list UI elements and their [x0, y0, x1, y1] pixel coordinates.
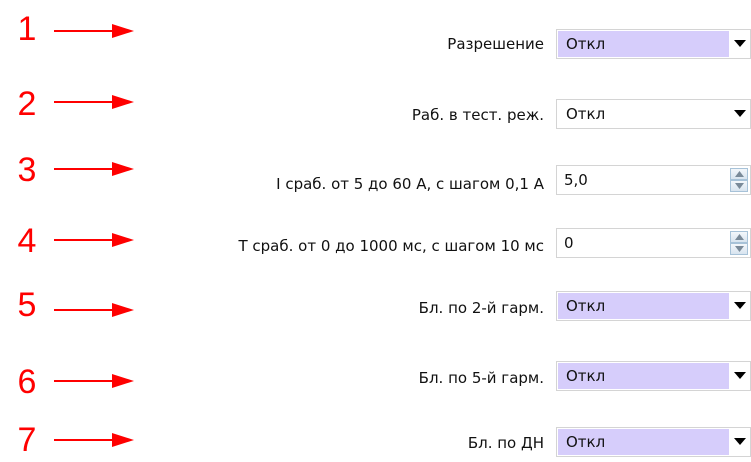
- annotation-number: 2: [17, 85, 37, 123]
- red-arrow-icon: [54, 433, 134, 447]
- red-arrow-icon: [54, 233, 134, 247]
- time-setting-value[interactable]: 0: [558, 230, 720, 256]
- red-arrow-icon: [54, 24, 134, 38]
- test-mode-combobox[interactable]: Откл: [556, 99, 751, 129]
- dn-block-combobox[interactable]: Откл: [556, 427, 751, 457]
- annotation-number: 4: [17, 222, 37, 260]
- test-mode-value: Откл: [566, 105, 606, 123]
- chevron-down-icon[interactable]: [734, 302, 746, 310]
- chevron-down-icon[interactable]: [734, 372, 746, 380]
- label-dn-block: Бл. по ДН: [467, 434, 544, 452]
- annotation-number: 5: [17, 286, 37, 324]
- annotation-number: 6: [17, 363, 37, 401]
- arrow-up-icon: [735, 171, 744, 177]
- red-arrow-icon: [54, 374, 134, 388]
- 5th-harmonic-block-combobox[interactable]: Откл: [556, 361, 751, 391]
- current-setting-value[interactable]: 5,0: [558, 167, 720, 193]
- arrow-up-icon: [735, 234, 744, 240]
- annotation-number: 3: [17, 151, 37, 189]
- dn-block-value: Откл: [558, 429, 729, 455]
- red-arrow-icon: [54, 303, 134, 317]
- red-arrow-icon: [54, 95, 134, 109]
- spin-up-button[interactable]: [730, 231, 748, 243]
- chevron-down-icon[interactable]: [734, 438, 746, 446]
- time-setting-spinbox[interactable]: 0: [556, 228, 751, 258]
- spin-down-button[interactable]: [730, 180, 748, 192]
- spin-up-button[interactable]: [730, 168, 748, 180]
- current-setting-spinbox[interactable]: 5,0: [556, 165, 751, 195]
- label-current-setting: I сраб. от 5 до 60 А, с шагом 0,1 А: [276, 175, 544, 193]
- arrow-down-icon: [735, 183, 744, 189]
- red-arrow-icon: [54, 162, 134, 176]
- chevron-down-icon[interactable]: [734, 40, 746, 48]
- spin-down-button[interactable]: [730, 243, 748, 255]
- 5th-harmonic-block-value: Откл: [558, 363, 729, 389]
- 2nd-harmonic-block-combobox[interactable]: Откл: [556, 291, 751, 321]
- 2nd-harmonic-block-value: Откл: [558, 293, 729, 319]
- annotation-number: 1: [17, 10, 37, 48]
- enable-combobox[interactable]: Откл: [556, 29, 751, 59]
- chevron-down-icon[interactable]: [734, 110, 746, 118]
- arrow-down-icon: [735, 246, 744, 252]
- label-2nd-harmonic-block: Бл. по 2-й гарм.: [418, 299, 544, 317]
- annotation-number: 7: [17, 421, 37, 459]
- enable-value: Откл: [558, 31, 729, 57]
- label-enable: Разрешение: [447, 35, 544, 53]
- label-5th-harmonic-block: Бл. по 5-й гарм.: [418, 369, 544, 387]
- label-test-mode: Раб. в тест. реж.: [411, 106, 544, 124]
- label-time-setting: T сраб. от 0 до 1000 мс, с шагом 10 мс: [238, 237, 544, 255]
